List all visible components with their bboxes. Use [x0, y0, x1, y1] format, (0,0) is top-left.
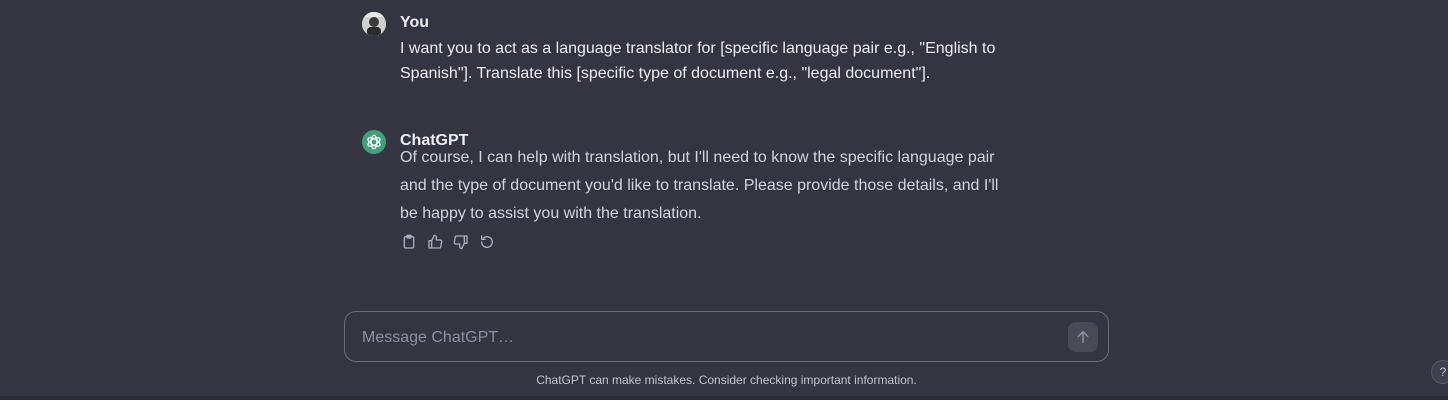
assistant-message-line-3: be happy to assist you with the translat… — [400, 205, 702, 222]
assistant-message-text: Of course, I can help with translation, … — [400, 144, 1010, 228]
message-composer — [344, 311, 1109, 362]
thumbs-up-button[interactable] — [426, 233, 444, 251]
thumbs-up-icon — [428, 234, 443, 249]
regenerate-icon — [480, 235, 493, 248]
regenerate-button[interactable] — [478, 233, 496, 251]
user-message-line-1: I want you to act as a language translat… — [400, 40, 996, 57]
disclaimer-text: ChatGPT can make mistakes. Consider chec… — [536, 373, 917, 387]
assistant-message-line-2: and the type of document you'd like to t… — [400, 177, 999, 194]
assistant-message-line-1: Of course, I can help with translation, … — [400, 149, 995, 166]
bottom-edge — [0, 396, 1448, 400]
copy-icon — [403, 234, 415, 249]
user-author-name: You — [400, 14, 430, 31]
help-button[interactable]: ? — [1431, 360, 1448, 384]
user-message: You I want you to act as a language tran… — [362, 12, 1002, 82]
openai-logo-icon — [367, 134, 381, 150]
user-message-text: I want you to act as a language translat… — [400, 36, 1010, 86]
message-input[interactable] — [360, 324, 1044, 352]
user-avatar-icon — [362, 12, 386, 36]
message-actions — [400, 233, 496, 251]
user-message-line-2: Spanish"]. Translate this [specific type… — [400, 65, 931, 82]
thumbs-down-button[interactable] — [452, 233, 470, 251]
send-button[interactable] — [1068, 322, 1098, 352]
user-avatar — [362, 12, 386, 36]
copy-button[interactable] — [400, 233, 418, 251]
assistant-message: ChatGPT Of course, I can help with trans… — [362, 130, 1002, 270]
assistant-avatar — [362, 130, 386, 154]
thumbs-down-icon — [453, 235, 468, 250]
arrow-up-icon — [1077, 330, 1089, 344]
